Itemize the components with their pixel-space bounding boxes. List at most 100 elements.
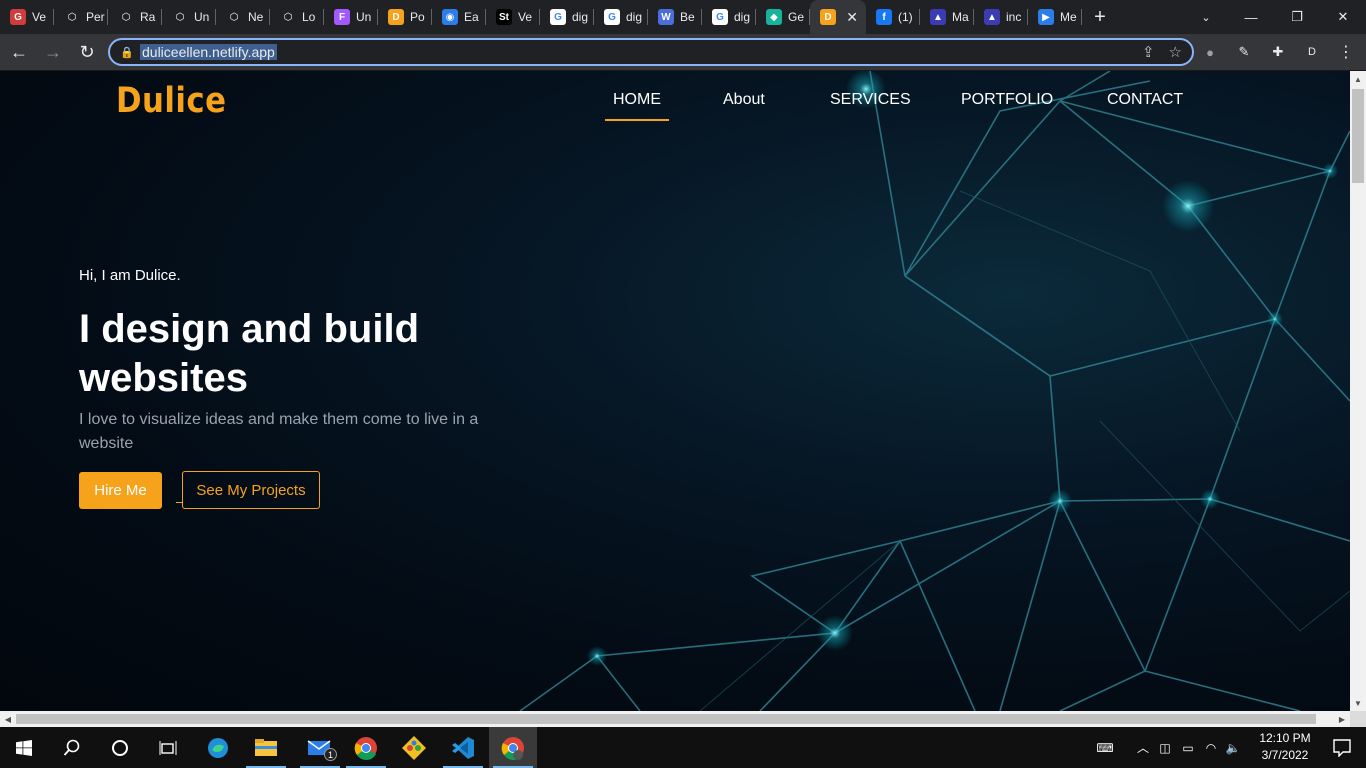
tab-title: Per [86, 10, 105, 24]
nav-portfolio[interactable]: PORTFOLIO [961, 91, 1053, 109]
keyboard-icon[interactable]: ⌨ [1092, 741, 1118, 755]
tab-title: Ma [952, 10, 969, 24]
extensions-puzzle-icon[interactable]: ✚ [1266, 38, 1290, 66]
chrome-profile-icon[interactable] [489, 727, 537, 768]
hire-me-button[interactable]: Hire Me [79, 472, 162, 509]
browser-tab[interactable]: Gdig [540, 0, 594, 34]
browser-tab[interactable]: ▲ inc [974, 0, 1028, 34]
nav-about[interactable]: About [723, 91, 765, 109]
share-icon[interactable]: ⇪ [1142, 43, 1155, 61]
meet-now-icon[interactable]: ◫ [1154, 741, 1176, 755]
reload-button[interactable]: ↻ [72, 37, 102, 67]
browser-tab[interactable]: D ✕ [810, 0, 866, 34]
clock-date: 3/7/2022 [1261, 748, 1309, 762]
tab-title: Ne [248, 10, 264, 24]
windows-taskbar: 1 ⌨ ︿ ◫ ▭ ◠ 🔈 12:10 PM 3/7/2022 [0, 727, 1366, 768]
horizontal-scrollbar[interactable]: ◀ ▶ [0, 711, 1350, 727]
browser-tab[interactable]: ⬡ Ra [108, 0, 162, 34]
close-window-button[interactable]: ✕ [1320, 0, 1366, 34]
browser-tab[interactable]: ◉ Ea [432, 0, 486, 34]
new-tab-button[interactable]: + [1082, 0, 1118, 34]
show-hidden-icons-icon[interactable]: ︿ [1132, 739, 1154, 756]
page-viewport: Dulice HOME About SERVICES PORTFOLIO CON… [0, 71, 1350, 711]
menu-kebab-icon[interactable]: ⋮ [1334, 38, 1358, 66]
scroll-up-arrow-icon[interactable]: ▲ [1350, 71, 1366, 87]
forward-button[interactable]: → [38, 37, 68, 67]
scroll-right-arrow-icon[interactable]: ▶ [1334, 711, 1350, 727]
window-controls: — ❐ ✕ [1228, 0, 1366, 34]
maximize-button[interactable]: ❐ [1274, 0, 1320, 34]
grammarly-icon: G [10, 9, 26, 25]
browser-tab[interactable]: Gdig [702, 0, 756, 34]
browser-tab[interactable]: ▲ Ma [920, 0, 974, 34]
see-projects-button[interactable]: See My Projects [182, 471, 320, 509]
nav-services[interactable]: SERVICES [830, 91, 911, 109]
edge-icon[interactable] [194, 727, 242, 768]
tab-title: Be [680, 10, 695, 24]
horizontal-scroll-thumb[interactable] [16, 714, 1316, 724]
profile-avatar[interactable]: D [1300, 38, 1324, 66]
ai-icon: ▲ [984, 9, 1000, 25]
system-tray: ⌨ ︿ ◫ ▭ ◠ 🔈 [1092, 727, 1244, 768]
tab-title: inc [1006, 10, 1022, 24]
lock-icon[interactable]: 🔒 [114, 46, 140, 59]
start-button[interactable] [0, 727, 48, 768]
mail-badge: 1 [324, 748, 337, 761]
git-gui-icon[interactable] [390, 727, 438, 768]
codepen-icon: ⬡ [172, 9, 188, 25]
close-tab-icon[interactable]: ✕ [846, 9, 858, 26]
tab-strip: G Ve ⬡ Per ⬡ Ra ⬡ Un ⬡ Ne ⬡ Lo F Un D Po ◉ Ea St Ve Gdig Gdig… [0, 0, 1366, 34]
tab-title: dig [626, 10, 643, 24]
browser-tab[interactable]: ▶ Me [1028, 0, 1082, 34]
vertical-scroll-thumb[interactable] [1352, 89, 1364, 183]
tab-title: Ve [32, 10, 47, 24]
eyedropper-icon[interactable]: ✎ [1232, 38, 1256, 66]
back-button[interactable]: ← [4, 37, 34, 67]
task-view-icon[interactable] [144, 727, 192, 768]
bookmark-star-icon[interactable]: ☆ [1169, 43, 1182, 61]
browser-tab[interactable]: ⬡ Ne [216, 0, 270, 34]
google-icon: G [550, 9, 566, 25]
mail-icon[interactable]: 1 [296, 727, 344, 768]
vscode-icon[interactable] [439, 727, 487, 768]
extension-icon[interactable]: ● [1198, 38, 1222, 66]
browser-tab[interactable]: St Ve [486, 0, 540, 34]
browser-tab[interactable]: W Be [648, 0, 702, 34]
browser-tab[interactable]: f (1) [866, 0, 920, 34]
search-icon[interactable] [48, 727, 96, 768]
browser-tab[interactable]: F Un [324, 0, 378, 34]
scroll-left-arrow-icon[interactable]: ◀ [0, 711, 16, 727]
taskbar-clock[interactable]: 12:10 PM 3/7/2022 [1252, 730, 1318, 764]
address-bar[interactable]: 🔒 duliceellen.netlify.app ⇪ ☆ [108, 38, 1194, 66]
toolbar-actions: ● ✎ ✚ D ⋮ [1198, 38, 1358, 66]
browser-tab[interactable]: ⬡ Per [54, 0, 108, 34]
volume-icon[interactable]: 🔈 [1222, 741, 1244, 755]
nav-home[interactable]: HOME [605, 91, 669, 121]
browser-tab[interactable]: ⬡ Lo [270, 0, 324, 34]
scrollbar-corner [1350, 711, 1366, 727]
chrome-icon[interactable] [342, 727, 390, 768]
scroll-down-arrow-icon[interactable]: ▼ [1350, 695, 1366, 711]
url-text[interactable]: duliceellen.netlify.app [140, 44, 277, 60]
cortana-icon[interactable] [96, 727, 144, 768]
facebook-icon: f [876, 9, 892, 25]
hero-headline: I design and build websites [79, 307, 419, 400]
browser-tab[interactable]: Gdig [594, 0, 648, 34]
browser-tab[interactable]: ⬡ Un [162, 0, 216, 34]
tab-title: Lo [302, 10, 316, 24]
minimize-button[interactable]: — [1228, 0, 1274, 34]
wifi-icon[interactable]: ◠ [1200, 741, 1222, 755]
tab-title: (1) [898, 10, 913, 24]
meet-icon: ▶ [1038, 9, 1054, 25]
battery-icon[interactable]: ▭ [1176, 741, 1200, 755]
tab-search-icon[interactable]: ⌄ [1192, 0, 1220, 34]
browser-tab[interactable]: D Po [378, 0, 432, 34]
notifications-icon[interactable] [1318, 727, 1366, 768]
tab-title: Ra [140, 10, 156, 24]
browser-tab[interactable]: ◆ Ge [756, 0, 810, 34]
nav-contact[interactable]: CONTACT [1107, 91, 1183, 109]
file-explorer-icon[interactable] [242, 727, 290, 768]
hero-subtitle: I love to visualize ideas and make them … [79, 411, 479, 452]
browser-tab[interactable]: G Ve [0, 0, 54, 34]
vertical-scrollbar[interactable]: ▲ ▼ [1350, 71, 1366, 711]
